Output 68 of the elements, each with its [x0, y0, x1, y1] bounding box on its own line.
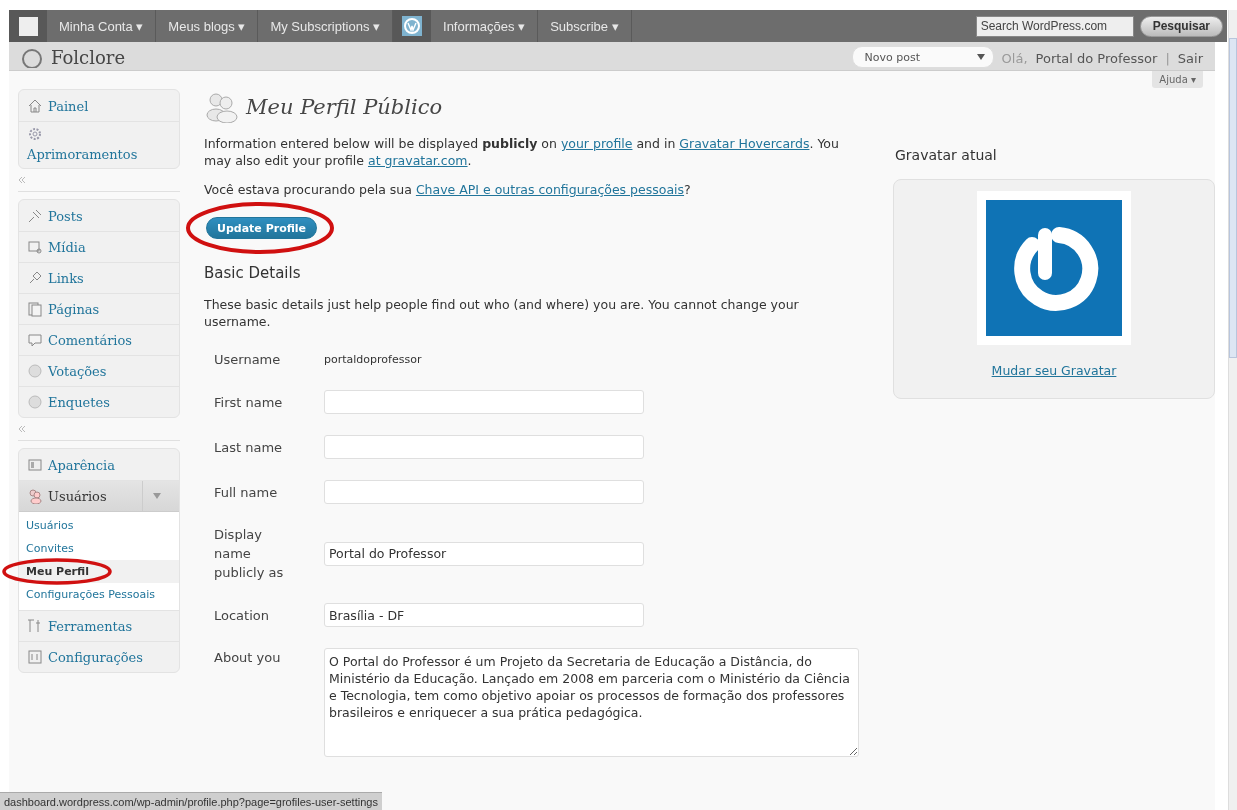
layout-icon	[27, 457, 43, 473]
users-icon	[204, 91, 240, 123]
divider-text: |	[1165, 50, 1170, 68]
submenu-item[interactable]: Convites	[19, 537, 179, 560]
gear-icon	[27, 126, 43, 142]
menu-item[interactable]: Enquetes	[19, 386, 179, 417]
input-field[interactable]: Portal do Professor	[324, 541, 644, 566]
search-field[interactable]: Search WordPress.com	[975, 15, 1134, 37]
field-label: About you	[214, 649, 282, 667]
collapse-icon[interactable]	[18, 425, 26, 433]
field-label: Username	[214, 351, 282, 369]
field-label: Full name	[214, 483, 279, 502]
circle-icon	[27, 394, 43, 410]
pages-icon	[27, 301, 43, 317]
greeting-text: Olá,	[1001, 50, 1028, 68]
new-post-dropdown[interactable]: Novo post	[851, 46, 994, 68]
site-title: Folclore	[51, 48, 126, 68]
submenu-item[interactable]: Usuários	[19, 514, 179, 537]
menu-item[interactable]: Configurações	[19, 641, 179, 672]
field-label: First name	[214, 393, 284, 412]
username-value: portaldoprofessor	[324, 353, 423, 366]
field-label: Display name publicly as	[214, 526, 285, 582]
text-link[interactable]: at gravatar.com	[368, 153, 468, 168]
field-label: Last name	[214, 438, 284, 457]
menu-item[interactable]: Posts	[19, 200, 179, 231]
logout-link[interactable]: Sair	[1177, 50, 1203, 68]
submenu-item[interactable]: Configurações Pessoais	[19, 583, 179, 606]
status-bar: dashboard.wordpress.com/wp-admin/profile.php?page=grofiles-user-settings	[0, 792, 382, 810]
menu-item[interactable]: Aprimoramentos	[19, 121, 179, 168]
menu-item[interactable]: Links	[19, 262, 179, 293]
help-tab[interactable]: Ajuda ▾	[1152, 71, 1203, 88]
menu-item[interactable]: Usuários	[19, 480, 179, 511]
menu-item[interactable]: Votações	[19, 355, 179, 386]
text-area[interactable]: O Portal do Professor é um Projeto da Secretaria de Educação a Distância, do Ministério da Educação. Lançado em 2008 em parceria com o Ministério da Ciência e Tecnologia, tem como objetivo apoiar os processos de formação dos professores brasileiros e enriquecer a sua prática pedagógica.	[324, 648, 859, 757]
menu-item[interactable]: Comentários	[19, 324, 179, 355]
menu-item[interactable]: Painel	[19, 90, 179, 121]
input-field[interactable]	[324, 390, 644, 414]
caret-icon	[976, 54, 985, 60]
input-field[interactable]	[324, 435, 644, 459]
logo-button[interactable]	[393, 10, 431, 42]
comment-icon	[27, 332, 43, 348]
section-title: Basic Details	[204, 264, 302, 282]
intro-text: Information entered below will be displayed publicly on your profile and in Gravatar Hovercards. You may also edit your profile at gravatar.com.	[204, 135, 840, 169]
change-gravatar-link[interactable]: Mudar seu Gravatar	[991, 363, 1117, 378]
input-field[interactable]	[324, 480, 644, 504]
question-text: Você estava procurando pela sua Chave API e outras configurações pessoais?	[204, 181, 692, 198]
update-profile-button[interactable]: Update Profile	[206, 217, 318, 239]
menu-item[interactable]: Ferramentas	[19, 610, 179, 641]
menu-item[interactable]: Páginas	[19, 293, 179, 324]
user-link[interactable]: Portal do Professor	[1035, 50, 1158, 68]
collapse-icon[interactable]	[18, 176, 26, 184]
text-link[interactable]: Chave API e outras configurações pessoais	[415, 182, 685, 197]
users-icon	[27, 488, 43, 504]
input-field[interactable]: Brasília - DF	[324, 603, 644, 627]
gravatar-title: Gravatar atual	[894, 147, 998, 163]
menu-item[interactable]: Aparência	[19, 449, 179, 480]
section-description: These basic details just help people find out who (and where) you are. You cannot change your username.	[204, 296, 800, 330]
home-icon	[27, 98, 43, 114]
tools-icon	[27, 618, 43, 634]
circle-icon	[27, 363, 43, 379]
page-title: Meu Perfil Público	[246, 95, 443, 119]
text-link[interactable]: your profile	[560, 136, 633, 151]
menu-item[interactable]: Mídia	[19, 231, 179, 262]
search-button[interactable]: Pesquisar	[1139, 15, 1223, 37]
field-label: Location	[214, 606, 270, 625]
caret-icon[interactable]	[153, 493, 161, 499]
media-icon	[27, 239, 43, 255]
home-button[interactable]	[9, 10, 47, 42]
